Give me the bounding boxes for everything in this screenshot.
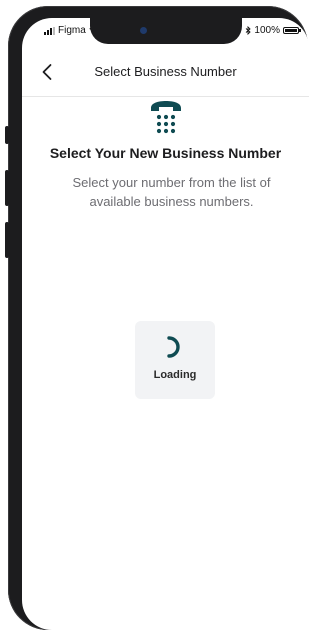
bluetooth-icon xyxy=(246,26,252,35)
page-title: Select Business Number xyxy=(94,64,237,79)
loading-indicator: Loading xyxy=(135,321,215,399)
navigation-bar: Select Business Number xyxy=(22,50,309,97)
side-button-volume-down xyxy=(5,222,9,258)
app-screen: Figma 100% Select Business Number Select… xyxy=(22,18,309,630)
signal-icon xyxy=(44,26,55,35)
notch xyxy=(90,18,242,44)
battery-fill xyxy=(285,29,297,32)
phone-icon xyxy=(151,101,181,134)
side-button-volume-up xyxy=(5,170,9,206)
status-right: 100% xyxy=(245,25,301,36)
battery-percent: 100% xyxy=(254,25,280,36)
loading-label: Loading xyxy=(153,369,197,381)
spinner-icon xyxy=(167,336,180,358)
carrier-label: Figma xyxy=(58,25,86,36)
front-camera xyxy=(140,27,147,34)
battery-icon xyxy=(283,27,301,34)
phone-frame: Figma 100% Select Business Number Select… xyxy=(5,6,309,630)
status-bar: Figma 100% xyxy=(22,18,309,44)
side-button-mute xyxy=(5,126,9,144)
section-title: Select Your New Business Number xyxy=(49,145,282,161)
section-description: Select your number from the list of avai… xyxy=(72,175,271,209)
